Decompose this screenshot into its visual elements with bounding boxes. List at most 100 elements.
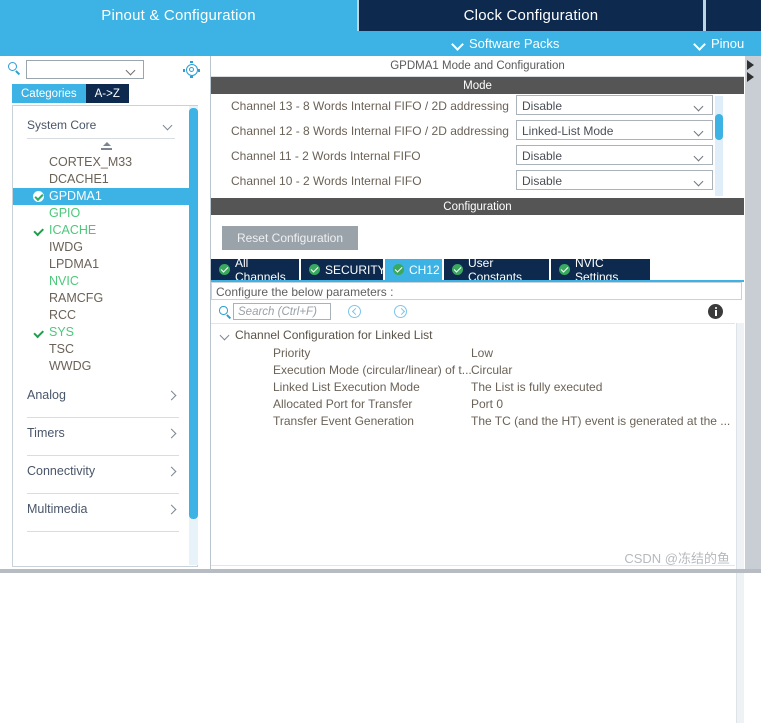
reset-configuration-button[interactable]: Reset Configuration (222, 226, 358, 250)
tab-pinout-configuration[interactable]: Pinout & Configuration (0, 0, 357, 31)
sidebar-item-label: SYS (49, 325, 75, 339)
sidebar-scrollbar-thumb[interactable] (189, 108, 198, 519)
config-tab-nvic-settings[interactable]: NVIC Settings (551, 256, 650, 284)
config-tab-user-constants[interactable]: User Constants (444, 256, 549, 284)
config-tab-label: CH12 (409, 262, 440, 277)
sidebar-category-label: Multimedia (27, 502, 88, 516)
config-tab-security[interactable]: SECURITY (301, 259, 386, 280)
sidebar-category-label: Analog (27, 388, 66, 402)
chevron-down-icon (164, 122, 173, 128)
search-next-icon[interactable] (394, 305, 407, 318)
tab-clock-configuration[interactable]: Clock Configuration (357, 0, 703, 31)
sidebar-category-label: Timers (27, 426, 65, 440)
sidebar-item-label: ICACHE (49, 223, 97, 237)
mode-scrollbar-thumb[interactable] (715, 114, 723, 140)
sidebar-item-cortex_m33[interactable]: CORTEX_M33 (13, 154, 197, 171)
configuration-scrollbar[interactable] (736, 323, 744, 723)
config-tab-all-channels[interactable]: All Channels (211, 256, 299, 284)
tab-clock-configuration-label: Clock Configuration (463, 7, 599, 24)
parameter-value: The List is fully executed (471, 380, 603, 394)
mode-scrollbar[interactable] (715, 96, 723, 196)
search-icon (8, 62, 22, 76)
search-input[interactable] (26, 60, 144, 79)
parameter-search-row: Search (Ctrl+F) (211, 301, 744, 323)
tab-categories-label: Categories (21, 87, 77, 100)
sidebar-item-iwdg[interactable]: IWDG (13, 239, 197, 256)
chevron-down-icon (452, 38, 463, 49)
scroll-up-indicator-icon[interactable] (101, 142, 113, 152)
mode-row-select-value: Linked-List Mode (522, 124, 614, 138)
sidebar-category-label: Connectivity (27, 464, 96, 478)
watermark-label: CSDN @冻结的鱼 (624, 551, 730, 566)
search-icon (219, 306, 232, 319)
sidebar-category-timers[interactable]: Timers (27, 426, 179, 456)
mode-row-select[interactable]: Disable (516, 95, 713, 115)
sidebar-item-lpdma1[interactable]: LPDMA1 (13, 256, 197, 273)
software-packs-menu[interactable]: Software Packs (452, 31, 559, 56)
mode-section-body: Channel 13 - 8 Words Internal FIFO / 2D … (211, 94, 744, 197)
sidebar-item-label: DCACHE1 (49, 172, 109, 186)
mode-row-select[interactable]: Disable (516, 145, 713, 165)
sidebar-item-label: CORTEX_M33 (49, 155, 133, 169)
group-header-system-core[interactable]: System Core (27, 118, 175, 139)
sidebar-item-nvic[interactable]: NVIC (13, 273, 197, 290)
check-circle-icon (393, 264, 404, 275)
sidebar-item-icache[interactable]: ICACHE (13, 222, 197, 239)
parameter-row[interactable]: Allocated Port for Transfer Port 0 (211, 396, 735, 413)
bottom-window-edge (0, 569, 761, 573)
mode-section-header: Mode (211, 77, 744, 94)
right-edge-splitter[interactable] (745, 56, 761, 573)
parameter-row[interactable]: Linked List Execution Mode The List is fu… (211, 379, 735, 396)
info-icon[interactable] (708, 304, 723, 319)
sidebar-item-gpio[interactable]: GPIO (13, 205, 197, 222)
tab-categories[interactable]: Categories (12, 84, 86, 103)
chevron-down-icon (695, 103, 704, 109)
configuration-section-body: Reset Configuration All Channels SECURITY… (211, 215, 744, 723)
page-title: GPDMA1 Mode and Configuration (211, 56, 744, 77)
sidebar-item-tsc[interactable]: TSC (13, 341, 197, 358)
check-circle-icon (452, 264, 463, 275)
tab-a-to-z[interactable]: A->Z (85, 84, 129, 103)
mode-row-label: Channel 12 - 8 Words Internal FIFO / 2D … (231, 124, 509, 138)
sidebar-category-analog[interactable]: Analog (27, 388, 179, 418)
mode-row-select[interactable]: Disable (516, 170, 713, 190)
mode-row: Channel 12 - 8 Words Internal FIFO / 2D … (211, 119, 744, 144)
parameter-value: Circular (471, 363, 513, 377)
config-tab-ch12[interactable]: CH12 (385, 259, 442, 280)
parameter-row[interactable]: Execution Mode (circular/linear) of t...… (211, 362, 735, 379)
sidebar-category-connectivity[interactable]: Connectivity (27, 464, 179, 494)
sidebar-item-label: LPDMA1 (49, 257, 100, 271)
sidebar-scrollbar[interactable] (189, 106, 198, 565)
mode-section-header-label: Mode (463, 79, 492, 92)
parameter-search-input[interactable]: Search (Ctrl+F) (233, 303, 331, 320)
sidebar-item-gpdma1[interactable]: GPDMA1 (13, 188, 197, 205)
mode-row: Channel 10 - 2 Words Internal FIFO Disabl… (211, 169, 744, 194)
mode-row-select[interactable]: Linked-List Mode (516, 120, 713, 140)
parameter-value: The TC (and the HT) event is generated a… (471, 414, 731, 428)
tab-pinout-configuration-label: Pinout & Configuration (101, 7, 256, 24)
parameter-group-header[interactable]: Channel Configuration for Linked List (221, 327, 432, 343)
sidebar-item-wwdg[interactable]: WWDG (13, 358, 197, 375)
check-circle-icon (559, 264, 570, 275)
peripheral-sidebar: Categories A->Z System Core CORTEX_M33 DC… (0, 56, 211, 573)
gear-icon[interactable] (183, 61, 200, 78)
sidebar-item-rcc[interactable]: RCC (13, 307, 197, 324)
search-previous-icon[interactable] (348, 305, 361, 318)
collapse-arrow-icon[interactable] (747, 60, 754, 70)
configure-hint-label: Configure the below parameters : (216, 285, 394, 299)
chevron-right-icon (168, 468, 176, 476)
parameter-name: Allocated Port for Transfer (273, 397, 413, 411)
peripheral-items: CORTEX_M33 DCACHE1 GPDMA1 GPIO ICACHE IWDG LPD… (13, 154, 197, 375)
parameter-row[interactable]: Priority Low (211, 345, 735, 362)
sidebar-item-ramcfg[interactable]: RAMCFG (13, 290, 197, 307)
expand-arrow-icon[interactable] (747, 72, 754, 82)
tab-right-partial[interactable] (703, 0, 761, 31)
mode-row-label: Channel 11 - 2 Words Internal FIFO (231, 149, 421, 163)
sidebar-item-dcache1[interactable]: DCACHE1 (13, 171, 197, 188)
sidebar-category-multimedia[interactable]: Multimedia (27, 502, 179, 532)
secondary-toolbar: Software Packs Pinou (0, 31, 761, 56)
sidebar-item-label: NVIC (49, 274, 79, 288)
pinout-menu[interactable]: Pinou (694, 31, 744, 56)
sidebar-item-sys[interactable]: SYS (13, 324, 197, 341)
parameter-row[interactable]: Transfer Event Generation The TC (and the… (211, 413, 735, 430)
